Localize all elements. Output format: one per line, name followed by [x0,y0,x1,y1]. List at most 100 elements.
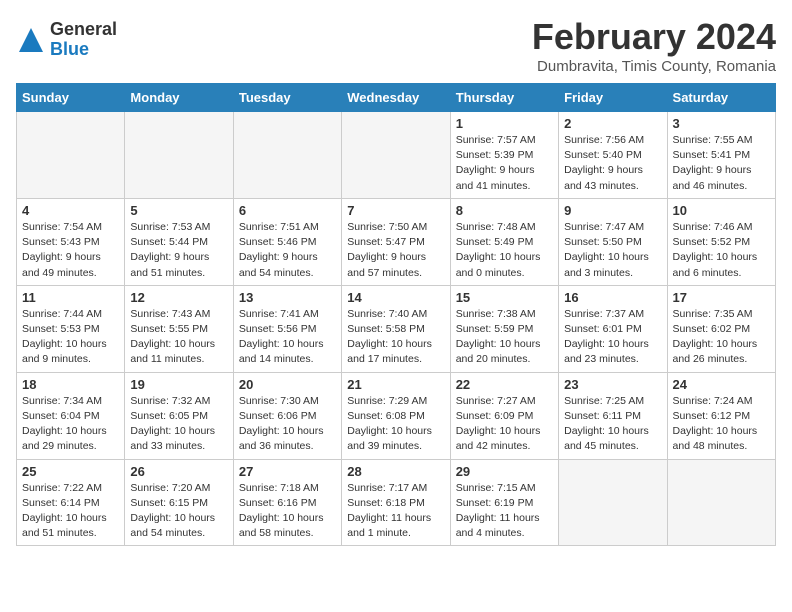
day-number: 6 [239,203,336,218]
day-cell [125,112,233,199]
day-cell: 17 Sunrise: 7:35 AM Sunset: 6:02 PM Dayli… [667,285,775,372]
day-number: 15 [456,290,553,305]
day-cell: 29Sunrise: 7:15 AM Sunset: 6:19 PM Dayli… [450,459,558,546]
day-number: 28 [347,464,444,479]
page-header: General Blue February 2024 Dumbravita, T… [16,16,776,75]
day-info: Sunrise: 7:32 AM Sunset: 6:05 PM Dayligh… [130,394,227,455]
week-row-4: 18 Sunrise: 7:34 AM Sunset: 6:04 PM Dayli… [17,372,776,459]
day-info: Sunrise: 7:18 AM Sunset: 6:16 PM Dayligh… [239,481,336,542]
day-info: Sunrise: 7:55 AM Sunset: 5:41 PM Dayligh… [673,133,770,194]
day-cell: 27 Sunrise: 7:18 AM Sunset: 6:16 PM Dayli… [233,459,341,546]
day-info: Sunrise: 7:27 AM Sunset: 6:09 PM Dayligh… [456,394,553,455]
day-cell [342,112,450,199]
day-info: Sunrise: 7:25 AM Sunset: 6:11 PM Dayligh… [564,394,661,455]
day-info: Sunrise: 7:46 AM Sunset: 5:52 PM Dayligh… [673,220,770,281]
day-number: 17 [673,290,770,305]
day-cell: 3 Sunrise: 7:55 AM Sunset: 5:41 PM Daylig… [667,112,775,199]
day-info: Sunrise: 7:43 AM Sunset: 5:55 PM Dayligh… [130,307,227,368]
logo-blue: Blue [50,40,117,60]
column-header-sunday: Sunday [17,84,125,112]
day-cell: 1Sunrise: 7:57 AM Sunset: 5:39 PM Daylig… [450,112,558,199]
header-row: SundayMondayTuesdayWednesdayThursdayFrid… [17,84,776,112]
day-number: 19 [130,377,227,392]
day-cell: 20 Sunrise: 7:30 AM Sunset: 6:06 PM Dayli… [233,372,341,459]
day-info: Sunrise: 7:56 AM Sunset: 5:40 PM Dayligh… [564,133,661,194]
day-cell: 12 Sunrise: 7:43 AM Sunset: 5:55 PM Dayli… [125,285,233,372]
day-number: 27 [239,464,336,479]
day-cell: 9Sunrise: 7:47 AM Sunset: 5:50 PM Daylig… [559,198,667,285]
day-number: 16 [564,290,661,305]
day-cell: 6Sunrise: 7:51 AM Sunset: 5:46 PM Daylig… [233,198,341,285]
title-block: February 2024 Dumbravita, Timis County, … [532,16,776,75]
logo-text: General Blue [50,20,117,60]
day-cell: 7 Sunrise: 7:50 AM Sunset: 5:47 PM Daylig… [342,198,450,285]
day-cell: 4 Sunrise: 7:54 AM Sunset: 5:43 PM Daylig… [17,198,125,285]
week-row-3: 11Sunrise: 7:44 AM Sunset: 5:53 PM Dayli… [17,285,776,372]
day-info: Sunrise: 7:50 AM Sunset: 5:47 PM Dayligh… [347,220,444,281]
day-cell [667,459,775,546]
day-cell: 11Sunrise: 7:44 AM Sunset: 5:53 PM Dayli… [17,285,125,372]
logo-icon [16,25,46,55]
column-header-wednesday: Wednesday [342,84,450,112]
day-cell [559,459,667,546]
day-number: 7 [347,203,444,218]
day-cell: 23 Sunrise: 7:25 AM Sunset: 6:11 PM Dayli… [559,372,667,459]
day-number: 9 [564,203,661,218]
day-info: Sunrise: 7:24 AM Sunset: 6:12 PM Dayligh… [673,394,770,455]
day-info: Sunrise: 7:40 AM Sunset: 5:58 PM Dayligh… [347,307,444,368]
day-number: 29 [456,464,553,479]
day-cell: 15Sunrise: 7:38 AM Sunset: 5:59 PM Dayli… [450,285,558,372]
day-number: 26 [130,464,227,479]
day-number: 21 [347,377,444,392]
day-info: Sunrise: 7:30 AM Sunset: 6:06 PM Dayligh… [239,394,336,455]
day-number: 22 [456,377,553,392]
day-number: 3 [673,116,770,131]
day-cell: 28 Sunrise: 7:17 AM Sunset: 6:18 PM Dayli… [342,459,450,546]
day-cell: 19 Sunrise: 7:32 AM Sunset: 6:05 PM Dayli… [125,372,233,459]
column-header-thursday: Thursday [450,84,558,112]
day-info: Sunrise: 7:22 AM Sunset: 6:14 PM Dayligh… [22,481,119,542]
column-header-friday: Friday [559,84,667,112]
day-cell: 16Sunrise: 7:37 AM Sunset: 6:01 PM Dayli… [559,285,667,372]
day-cell: 10Sunrise: 7:46 AM Sunset: 5:52 PM Dayli… [667,198,775,285]
calendar-subtitle: Dumbravita, Timis County, Romania [532,58,776,75]
logo: General Blue [16,20,117,60]
day-number: 18 [22,377,119,392]
column-header-tuesday: Tuesday [233,84,341,112]
day-number: 2 [564,116,661,131]
day-number: 20 [239,377,336,392]
day-cell [17,112,125,199]
week-row-5: 25 Sunrise: 7:22 AM Sunset: 6:14 PM Dayli… [17,459,776,546]
day-number: 25 [22,464,119,479]
day-info: Sunrise: 7:53 AM Sunset: 5:44 PM Dayligh… [130,220,227,281]
day-info: Sunrise: 7:41 AM Sunset: 5:56 PM Dayligh… [239,307,336,368]
day-number: 1 [456,116,553,131]
day-info: Sunrise: 7:34 AM Sunset: 6:04 PM Dayligh… [22,394,119,455]
day-cell: 22 Sunrise: 7:27 AM Sunset: 6:09 PM Dayli… [450,372,558,459]
day-info: Sunrise: 7:29 AM Sunset: 6:08 PM Dayligh… [347,394,444,455]
day-info: Sunrise: 7:17 AM Sunset: 6:18 PM Dayligh… [347,481,444,542]
day-cell: 24 Sunrise: 7:24 AM Sunset: 6:12 PM Dayli… [667,372,775,459]
day-number: 4 [22,203,119,218]
day-cell: 26 Sunrise: 7:20 AM Sunset: 6:15 PM Dayli… [125,459,233,546]
day-number: 8 [456,203,553,218]
day-info: Sunrise: 7:20 AM Sunset: 6:15 PM Dayligh… [130,481,227,542]
day-info: Sunrise: 7:48 AM Sunset: 5:49 PM Dayligh… [456,220,553,281]
column-header-saturday: Saturday [667,84,775,112]
column-header-monday: Monday [125,84,233,112]
logo-general: General [50,20,117,40]
day-number: 5 [130,203,227,218]
week-row-1: 1Sunrise: 7:57 AM Sunset: 5:39 PM Daylig… [17,112,776,199]
day-number: 12 [130,290,227,305]
day-number: 14 [347,290,444,305]
day-cell: 25 Sunrise: 7:22 AM Sunset: 6:14 PM Dayli… [17,459,125,546]
day-cell: 14 Sunrise: 7:40 AM Sunset: 5:58 PM Dayli… [342,285,450,372]
day-number: 23 [564,377,661,392]
day-info: Sunrise: 7:54 AM Sunset: 5:43 PM Dayligh… [22,220,119,281]
day-cell: 13 Sunrise: 7:41 AM Sunset: 5:56 PM Dayli… [233,285,341,372]
day-number: 13 [239,290,336,305]
day-cell: 8 Sunrise: 7:48 AM Sunset: 5:49 PM Daylig… [450,198,558,285]
day-number: 24 [673,377,770,392]
day-info: Sunrise: 7:35 AM Sunset: 6:02 PM Dayligh… [673,307,770,368]
week-row-2: 4 Sunrise: 7:54 AM Sunset: 5:43 PM Daylig… [17,198,776,285]
